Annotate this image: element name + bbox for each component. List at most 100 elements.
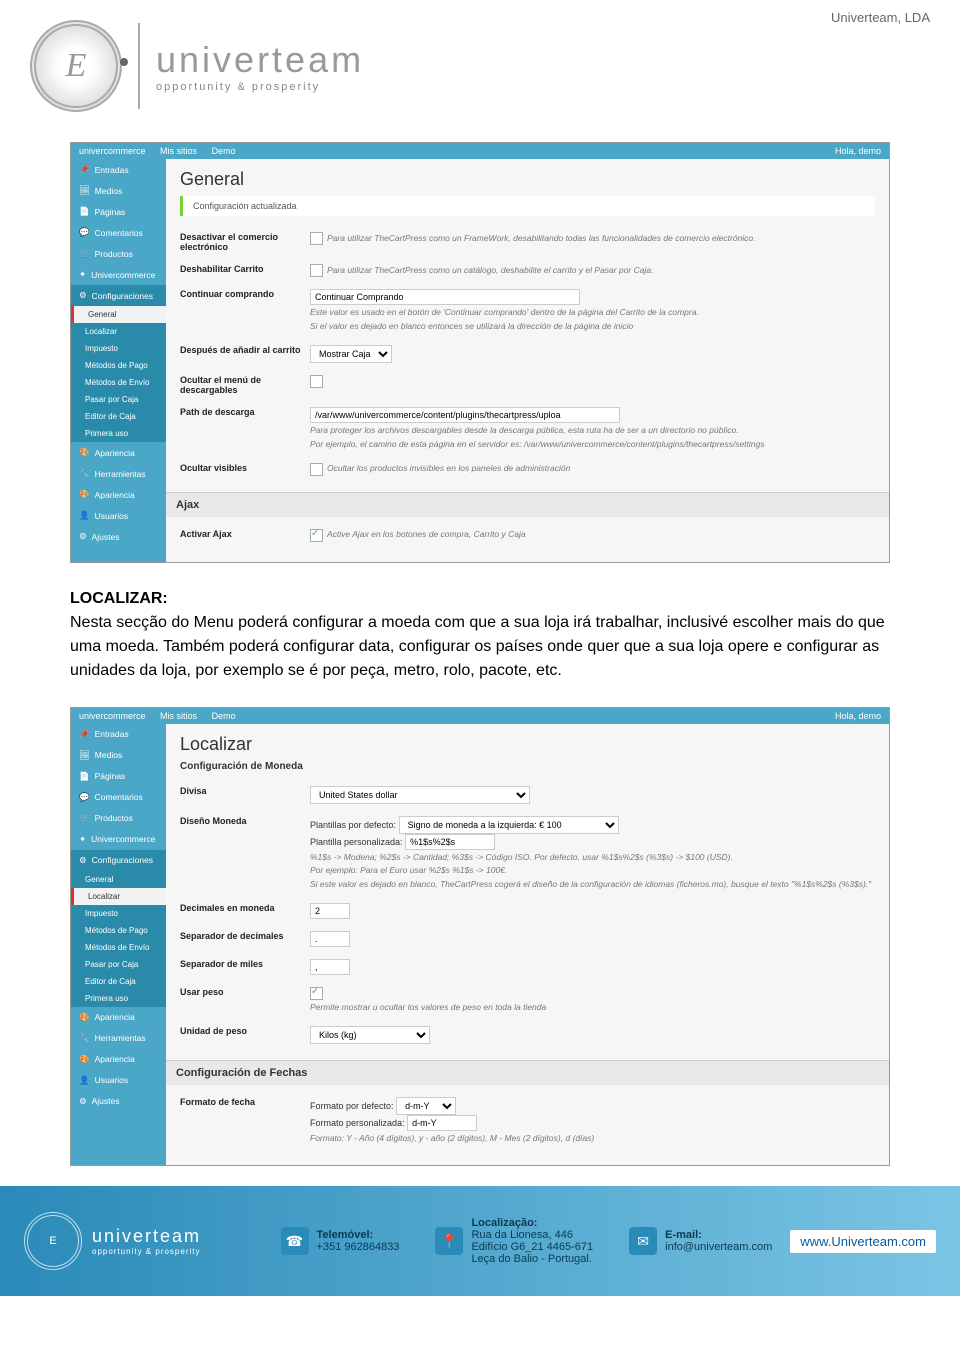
select-fecha[interactable]: d-m-Y <box>396 1097 456 1115</box>
row-unidad-peso: Unidad de peso Kilos (kg) <box>180 1020 875 1050</box>
sidebar-sub-impuesto[interactable]: Impuesto <box>71 340 166 357</box>
sidebar-sub-general[interactable]: General <box>71 306 166 323</box>
input-fecha-custom[interactable] <box>407 1115 477 1131</box>
sidebar2-herramientas[interactable]: 🔧 Herramientas <box>71 1028 166 1049</box>
topbar-demo[interactable]: Demo <box>212 146 236 156</box>
sidebar-item-apariencia2[interactable]: 🎨 Apariencia <box>71 484 166 505</box>
admin-sidebar: 📌 Entradas 🖼 Medios 📄 Páginas 💬 Comentar… <box>71 159 166 562</box>
checkbox-peso[interactable] <box>310 987 323 1000</box>
sidebar2-sub-primera[interactable]: Primera uso <box>71 990 166 1007</box>
input-plantilla-custom[interactable] <box>405 834 495 850</box>
topbar-sites-2[interactable]: Mis sitios <box>160 711 197 721</box>
sidebar-sub-caja[interactable]: Pasar por Caja <box>71 391 166 408</box>
sidebar2-apariencia2[interactable]: 🎨 Apariencia <box>71 1049 166 1070</box>
topbar-hello[interactable]: Hola, demo <box>835 146 881 156</box>
success-notice: Configuración actualizada <box>180 196 875 216</box>
input-decimales[interactable] <box>310 903 350 919</box>
section-ajax: Ajax <box>166 492 889 517</box>
row-ocultar-visibles: Ocultar visibles Ocultar los productos i… <box>180 457 875 482</box>
sidebar2-entradas[interactable]: 📌 Entradas <box>71 724 166 745</box>
topbar-logo: univercommerce <box>79 146 146 156</box>
sidebar-item-univercommerce[interactable]: ✦ Univercommerce <box>71 264 166 285</box>
brand-name: univerteam <box>156 39 364 81</box>
sidebar-item-usuarios[interactable]: 👤 Usuarios <box>71 505 166 526</box>
footer-phone: ☎ Telemóvel:+351 962864833 <box>281 1227 400 1255</box>
sidebar-item-entradas[interactable]: 📌 Entradas <box>71 159 166 180</box>
row-divisa: Divisa United States dollar <box>180 780 875 810</box>
select-despues[interactable]: Mostrar Caja <box>310 345 392 363</box>
admin-topbar-2: univercommerce Mis sitios Demo Hola, dem… <box>71 708 889 724</box>
row-sep-mil: Separador de miles <box>180 953 875 981</box>
sidebar2-ajustes[interactable]: ⚙ Ajustes <box>71 1091 166 1112</box>
row-diseno: Diseño Moneda Plantillas por defecto: Si… <box>180 810 875 898</box>
sidebar2-sub-pago[interactable]: Métodos de Pago <box>71 922 166 939</box>
select-divisa[interactable]: United States dollar <box>310 786 530 804</box>
sidebar2-sub-envio[interactable]: Métodos de Envío <box>71 939 166 956</box>
instruction-heading: LOCALIZAR: <box>70 590 168 607</box>
sidebar2-configuraciones[interactable]: ⚙ Configuraciones <box>71 850 166 871</box>
checkbox-ocultar-menu[interactable] <box>310 375 323 388</box>
sidebar-sub-envio[interactable]: Métodos de Envío <box>71 374 166 391</box>
admin-main: General Configuración actualizada Desact… <box>166 159 889 562</box>
row-fecha: Formato de fecha Formato por defecto: d-… <box>180 1091 875 1151</box>
brand-tagline: opportunity & prosperity <box>156 81 364 93</box>
company-label: Univerteam, LDA <box>831 10 930 25</box>
sidebar-item-comentarios[interactable]: 💬 Comentarios <box>71 222 166 243</box>
sidebar2-sub-impuesto[interactable]: Impuesto <box>71 905 166 922</box>
row-deshabilitar: Deshabilitar Carrito Para utilizar TheCa… <box>180 258 875 283</box>
row-decimales: Decimales en moneda <box>180 897 875 925</box>
sidebar-item-medios[interactable]: 🖼 Medios <box>71 180 166 201</box>
sidebar-item-ajustes[interactable]: ⚙ Ajustes <box>71 526 166 547</box>
sidebar-sub-editor[interactable]: Editor de Caja <box>71 408 166 425</box>
sidebar-item-herramientas[interactable]: 🔧 Herramientas <box>71 463 166 484</box>
sidebar-item-productos[interactable]: 🛒 Productos <box>71 243 166 264</box>
sidebar-item-configuraciones[interactable]: ⚙ Configuraciones <box>71 285 166 306</box>
page-footer: E univerteam opportunity & prosperity ☎ … <box>0 1186 960 1296</box>
sidebar-item-apariencia[interactable]: 🎨 Apariencia <box>71 442 166 463</box>
sidebar-sub-pago[interactable]: Métodos de Pago <box>71 357 166 374</box>
sidebar2-productos[interactable]: 🛒 Productos <box>71 808 166 829</box>
sidebar-sub-primera[interactable]: Primera uso <box>71 425 166 442</box>
footer-logo: E univerteam opportunity & prosperity <box>24 1212 201 1270</box>
sidebar-sub-localizar[interactable]: Localizar <box>71 323 166 340</box>
admin-sidebar-2: 📌 Entradas 🖼 Medios 📄 Páginas 💬 Comentar… <box>71 724 166 1165</box>
sidebar2-sub-localizar[interactable]: Localizar <box>71 888 166 905</box>
input-sep-dec[interactable] <box>310 931 350 947</box>
select-unidad-peso[interactable]: Kilos (kg) <box>310 1026 430 1044</box>
sidebar2-univercommerce[interactable]: ✦ Univercommerce <box>71 829 166 850</box>
admin-main-2: Localizar Configuración de Moneda Divisa… <box>166 724 889 1165</box>
input-sep-mil[interactable] <box>310 959 350 975</box>
checkbox-deshabilitar[interactable] <box>310 264 323 277</box>
logo-icon: E <box>30 20 122 112</box>
select-plantilla[interactable]: Signo de moneda a la izquierda: € 100 <box>399 816 619 834</box>
sidebar2-sub-editor[interactable]: Editor de Caja <box>71 973 166 990</box>
sidebar2-sub-general[interactable]: General <box>71 871 166 888</box>
footer-website[interactable]: www.Univerteam.com <box>790 1230 936 1253</box>
checkbox-visibles[interactable] <box>310 463 323 476</box>
checkbox-ajax[interactable] <box>310 529 323 542</box>
topbar-demo-2[interactable]: Demo <box>212 711 236 721</box>
row-ocultar-menu: Ocultar el menú de descargables <box>180 369 875 401</box>
sidebar2-comentarios[interactable]: 💬 Comentarios <box>71 787 166 808</box>
sidebar2-paginas[interactable]: 📄 Páginas <box>71 766 166 787</box>
row-peso: Usar peso Permite mostrar u ocultar los … <box>180 981 875 1020</box>
topbar-sites[interactable]: Mis sitios <box>160 146 197 156</box>
sidebar-item-paginas[interactable]: 📄 Páginas <box>71 201 166 222</box>
input-path[interactable] <box>310 407 620 423</box>
page-title-2: Localizar <box>180 734 875 755</box>
topbar-hello-2[interactable]: Hola, demo <box>835 711 881 721</box>
sidebar2-usuarios[interactable]: 👤 Usuarios <box>71 1070 166 1091</box>
input-continuar[interactable] <box>310 289 580 305</box>
row-desactivar: Desactivar el comercio electrónico Para … <box>180 226 875 258</box>
header-logo: E univerteam opportunity & prosperity <box>0 0 960 132</box>
row-despues: Después de añadir al carrito Mostrar Caj… <box>180 339 875 369</box>
sidebar2-sub-caja[interactable]: Pasar por Caja <box>71 956 166 973</box>
page-title: General <box>180 169 875 190</box>
checkbox-desactivar[interactable] <box>310 232 323 245</box>
sidebar2-apariencia[interactable]: 🎨 Apariencia <box>71 1007 166 1028</box>
row-sep-dec: Separador de decimales <box>180 925 875 953</box>
instruction-paragraph: Nesta secção do Menu poderá configurar a… <box>70 614 885 679</box>
email-icon: ✉ <box>629 1227 657 1255</box>
sidebar2-medios[interactable]: 🖼 Medios <box>71 745 166 766</box>
screenshot-general: univercommerce Mis sitios Demo Hola, dem… <box>70 142 890 563</box>
